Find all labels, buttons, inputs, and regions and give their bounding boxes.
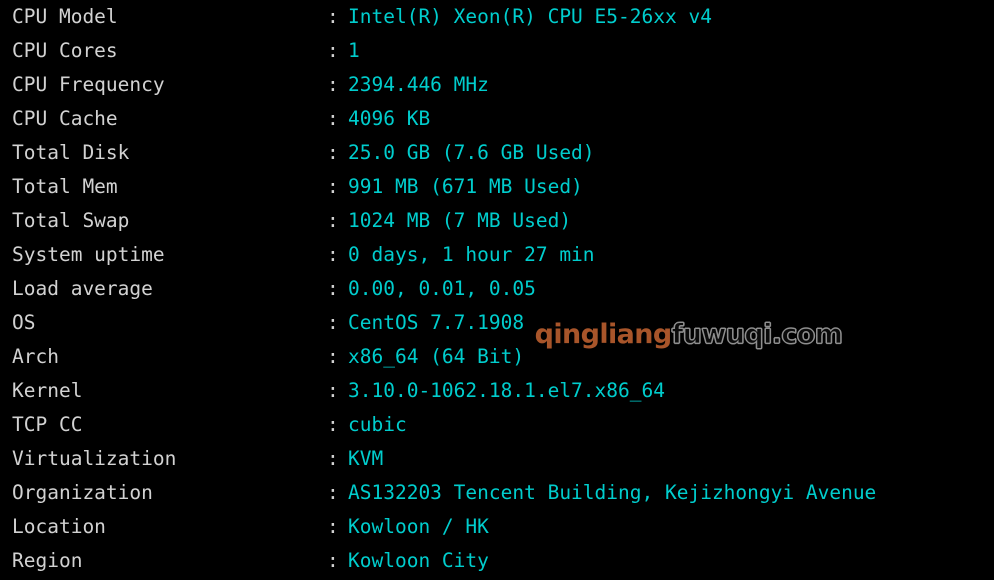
info-row: Total Disk:25.0 GB (7.6 GB Used): [0, 136, 994, 170]
info-row-separator: :: [327, 379, 339, 402]
info-row-value: 0.00, 0.01, 0.05: [348, 277, 536, 300]
info-row-label: Load average: [12, 277, 153, 300]
info-row-label: Total Disk: [12, 141, 130, 164]
info-row: Arch: x86_64 (64 Bit): [0, 340, 994, 374]
info-row: Kernel:3.10.0-1062.18.1.el7.x86_64: [0, 374, 994, 408]
info-row: CPU Model: Intel(R) Xeon(R) CPU E5-26xx v…: [0, 0, 994, 34]
info-row: CPU Cache:4096 KB: [0, 102, 994, 136]
info-row-label: System uptime: [12, 243, 165, 266]
info-row-value: 991 MB (671 MB Used): [348, 175, 583, 198]
info-row-label: CPU Model: [12, 5, 118, 28]
info-row-separator: :: [327, 39, 339, 62]
info-row-separator: :: [327, 107, 339, 130]
info-row-separator: :: [327, 481, 339, 504]
info-row-value: 1024 MB (7 MB Used): [348, 209, 572, 232]
info-row-label: CPU Cache: [12, 107, 118, 130]
info-row-label: OS: [12, 311, 36, 334]
info-row-separator: :: [327, 277, 339, 300]
info-row: Region: Kowloon City: [0, 544, 994, 578]
info-row-label: Virtualization: [12, 447, 177, 470]
info-row-value: CentOS 7.7.1908: [348, 311, 525, 334]
info-row-separator: :: [327, 73, 339, 96]
info-row-value: Kowloon City: [348, 549, 489, 572]
info-row-label: Total Swap: [12, 209, 130, 232]
info-row-separator: :: [327, 311, 339, 334]
info-row-value: 2394.446 MHz: [348, 73, 489, 96]
info-row-separator: :: [327, 175, 339, 198]
info-row-separator: :: [327, 515, 339, 538]
info-row-value: 1: [348, 39, 360, 62]
info-row-label: CPU Cores: [12, 39, 118, 62]
info-row-separator: :: [327, 345, 339, 368]
info-row-value: KVM: [348, 447, 384, 470]
info-row: TCP CC: cubic: [0, 408, 994, 442]
info-row-label: CPU Frequency: [12, 73, 165, 96]
info-row-separator: :: [327, 5, 339, 28]
info-row: Load average:0.00, 0.01, 0.05: [0, 272, 994, 306]
info-row-value: AS132203 Tencent Building, Kejizhongyi A…: [348, 481, 877, 504]
info-row-label: TCP CC: [12, 413, 83, 436]
info-row: Total Swap:1024 MB (7 MB Used): [0, 204, 994, 238]
info-row-label: Total Mem: [12, 175, 118, 198]
terminal-output: CPU Model: Intel(R) Xeon(R) CPU E5-26xx v…: [0, 0, 994, 580]
info-row-separator: :: [327, 141, 339, 164]
info-row-separator: :: [327, 243, 339, 266]
info-row-label: Arch: [12, 345, 59, 368]
info-row-label: Region: [12, 549, 83, 572]
info-row: System uptime:0 days, 1 hour 27 min: [0, 238, 994, 272]
info-row-value: Intel(R) Xeon(R) CPU E5-26xx v4: [348, 5, 712, 28]
info-row-value: 3.10.0-1062.18.1.el7.x86_64: [348, 379, 665, 402]
info-row-value: Kowloon / HK: [348, 515, 489, 538]
info-row: CPU Cores:1: [0, 34, 994, 68]
info-row-separator: :: [327, 209, 339, 232]
info-row-separator: :: [327, 447, 339, 470]
info-row-separator: :: [327, 549, 339, 572]
info-row-value: cubic: [348, 413, 407, 436]
info-row-label: Kernel: [12, 379, 83, 402]
info-row-label: Location: [12, 515, 106, 538]
info-row-separator: :: [327, 413, 339, 436]
info-row-value: 0 days, 1 hour 27 min: [348, 243, 595, 266]
info-row: Organization: AS132203 Tencent Building, …: [0, 476, 994, 510]
info-row-value: 4096 KB: [348, 107, 431, 130]
info-row: CPU Frequency:2394.446 MHz: [0, 68, 994, 102]
info-row: Location: Kowloon / HK: [0, 510, 994, 544]
info-row: Total Mem:991 MB (671 MB Used): [0, 170, 994, 204]
info-row-label: Organization: [12, 481, 153, 504]
info-row-value: x86_64 (64 Bit): [348, 345, 525, 368]
info-row-value: 25.0 GB (7.6 GB Used): [348, 141, 595, 164]
info-row: Virtualization: KVM: [0, 442, 994, 476]
info-row: OS: CentOS 7.7.1908: [0, 306, 994, 340]
